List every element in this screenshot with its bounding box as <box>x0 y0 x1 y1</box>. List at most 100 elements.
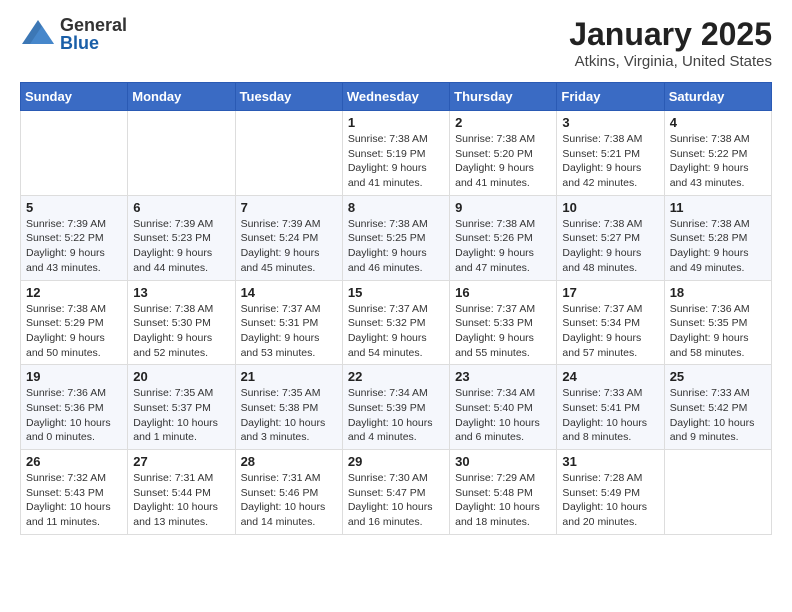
calendar-cell: 21Sunrise: 7:35 AM Sunset: 5:38 PM Dayli… <box>235 365 342 450</box>
calendar-cell: 11 Sunrise: 7:38 AM Sunset: 5:28 PM Dayli… <box>664 195 771 280</box>
logo-text: General Blue <box>60 16 127 52</box>
day-info: Sunrise: 7:34 AM Sunset: 5:40 PM Dayligh… <box>455 386 551 445</box>
logo-icon <box>20 16 56 52</box>
day-info: Sunrise: 7:34 AM Sunset: 5:39 PM Dayligh… <box>348 386 444 445</box>
day-number: 11 <box>670 200 766 215</box>
calendar-cell: 7 Sunrise: 7:39 AM Sunset: 5:24 PM Daylig… <box>235 195 342 280</box>
day-number: 1 <box>348 115 444 130</box>
calendar-cell: 9Sunrise: 7:38 AM Sunset: 5:26 PM Daylig… <box>450 195 557 280</box>
calendar-cell: 26Sunrise: 7:32 AM Sunset: 5:43 PM Dayli… <box>21 450 128 535</box>
day-info: Sunrise: 7:39 AM Sunset: 5:23 PM Dayligh… <box>133 217 229 276</box>
calendar-cell: 30 Sunrise: 7:29 AM Sunset: 5:48 PM Dayli… <box>450 450 557 535</box>
day-number: 25 <box>670 369 766 384</box>
day-info: Sunrise: 7:37 AM Sunset: 5:33 PM Dayligh… <box>455 302 551 361</box>
title-area: January 2025 Atkins, Virginia, United St… <box>569 16 772 70</box>
day-number: 17 <box>562 285 658 300</box>
day-info: Sunrise: 7:28 AM Sunset: 5:49 PM Dayligh… <box>562 471 658 530</box>
calendar-cell <box>128 111 235 196</box>
day-info: Sunrise: 7:37 AM Sunset: 5:31 PM Dayligh… <box>241 302 337 361</box>
day-info: Sunrise: 7:30 AM Sunset: 5:47 PM Dayligh… <box>348 471 444 530</box>
day-number: 16 <box>455 285 551 300</box>
day-number: 3 <box>562 115 658 130</box>
calendar-cell: 8 Sunrise: 7:38 AM Sunset: 5:25 PM Daylig… <box>342 195 449 280</box>
day-header-wednesday: Wednesday <box>342 83 449 111</box>
day-number: 30 <box>455 454 551 469</box>
calendar-week-row: 12Sunrise: 7:38 AM Sunset: 5:29 PM Dayli… <box>21 280 772 365</box>
day-number: 8 <box>348 200 444 215</box>
day-number: 26 <box>26 454 122 469</box>
day-number: 21 <box>241 369 337 384</box>
calendar-cell: 16 Sunrise: 7:37 AM Sunset: 5:33 PM Dayli… <box>450 280 557 365</box>
day-header-thursday: Thursday <box>450 83 557 111</box>
calendar-cell: 27 Sunrise: 7:31 AM Sunset: 5:44 PM Dayli… <box>128 450 235 535</box>
calendar-cell: 5 Sunrise: 7:39 AM Sunset: 5:22 PM Daylig… <box>21 195 128 280</box>
calendar-cell: 22 Sunrise: 7:34 AM Sunset: 5:39 PM Dayli… <box>342 365 449 450</box>
page-header: General Blue January 2025 Atkins, Virgin… <box>20 16 772 70</box>
logo: General Blue <box>20 16 127 52</box>
calendar-cell: 15 Sunrise: 7:37 AM Sunset: 5:32 PM Dayli… <box>342 280 449 365</box>
calendar-cell <box>21 111 128 196</box>
logo-blue-text: Blue <box>60 34 127 52</box>
day-number: 10 <box>562 200 658 215</box>
calendar-table: SundayMondayTuesdayWednesdayThursdayFrid… <box>20 82 772 535</box>
calendar-cell: 23 Sunrise: 7:34 AM Sunset: 5:40 PM Dayli… <box>450 365 557 450</box>
day-number: 13 <box>133 285 229 300</box>
calendar-week-row: 5 Sunrise: 7:39 AM Sunset: 5:22 PM Daylig… <box>21 195 772 280</box>
day-info: Sunrise: 7:37 AM Sunset: 5:32 PM Dayligh… <box>348 302 444 361</box>
calendar-cell: 4 Sunrise: 7:38 AM Sunset: 5:22 PM Daylig… <box>664 111 771 196</box>
day-number: 20 <box>133 369 229 384</box>
day-number: 5 <box>26 200 122 215</box>
logo-general-text: General <box>60 16 127 34</box>
day-info: Sunrise: 7:38 AM Sunset: 5:28 PM Dayligh… <box>670 217 766 276</box>
day-number: 18 <box>670 285 766 300</box>
location-title: Atkins, Virginia, United States <box>569 53 772 70</box>
day-info: Sunrise: 7:31 AM Sunset: 5:44 PM Dayligh… <box>133 471 229 530</box>
day-info: Sunrise: 7:38 AM Sunset: 5:21 PM Dayligh… <box>562 132 658 191</box>
calendar-cell: 13 Sunrise: 7:38 AM Sunset: 5:30 PM Dayli… <box>128 280 235 365</box>
day-info: Sunrise: 7:38 AM Sunset: 5:22 PM Dayligh… <box>670 132 766 191</box>
day-number: 29 <box>348 454 444 469</box>
calendar-cell <box>235 111 342 196</box>
day-header-sunday: Sunday <box>21 83 128 111</box>
calendar-cell <box>664 450 771 535</box>
day-number: 22 <box>348 369 444 384</box>
calendar-cell: 6 Sunrise: 7:39 AM Sunset: 5:23 PM Daylig… <box>128 195 235 280</box>
calendar-cell: 24 Sunrise: 7:33 AM Sunset: 5:41 PM Dayli… <box>557 365 664 450</box>
day-info: Sunrise: 7:36 AM Sunset: 5:36 PM Dayligh… <box>26 386 122 445</box>
day-number: 24 <box>562 369 658 384</box>
day-number: 9 <box>455 200 551 215</box>
day-number: 2 <box>455 115 551 130</box>
day-info: Sunrise: 7:39 AM Sunset: 5:24 PM Dayligh… <box>241 217 337 276</box>
calendar-week-row: 19Sunrise: 7:36 AM Sunset: 5:36 PM Dayli… <box>21 365 772 450</box>
calendar-cell: 18Sunrise: 7:36 AM Sunset: 5:35 PM Dayli… <box>664 280 771 365</box>
day-number: 12 <box>26 285 122 300</box>
day-header-friday: Friday <box>557 83 664 111</box>
day-info: Sunrise: 7:39 AM Sunset: 5:22 PM Dayligh… <box>26 217 122 276</box>
day-info: Sunrise: 7:29 AM Sunset: 5:48 PM Dayligh… <box>455 471 551 530</box>
day-info: Sunrise: 7:38 AM Sunset: 5:25 PM Dayligh… <box>348 217 444 276</box>
calendar-cell: 2Sunrise: 7:38 AM Sunset: 5:20 PM Daylig… <box>450 111 557 196</box>
calendar-cell: 31 Sunrise: 7:28 AM Sunset: 5:49 PM Dayli… <box>557 450 664 535</box>
day-number: 31 <box>562 454 658 469</box>
day-info: Sunrise: 7:33 AM Sunset: 5:42 PM Dayligh… <box>670 386 766 445</box>
day-header-tuesday: Tuesday <box>235 83 342 111</box>
calendar-cell: 29 Sunrise: 7:30 AM Sunset: 5:47 PM Dayli… <box>342 450 449 535</box>
day-number: 28 <box>241 454 337 469</box>
calendar-cell: 14Sunrise: 7:37 AM Sunset: 5:31 PM Dayli… <box>235 280 342 365</box>
day-info: Sunrise: 7:38 AM Sunset: 5:30 PM Dayligh… <box>133 302 229 361</box>
day-number: 6 <box>133 200 229 215</box>
day-header-saturday: Saturday <box>664 83 771 111</box>
day-number: 15 <box>348 285 444 300</box>
calendar-cell: 3 Sunrise: 7:38 AM Sunset: 5:21 PM Daylig… <box>557 111 664 196</box>
day-info: Sunrise: 7:33 AM Sunset: 5:41 PM Dayligh… <box>562 386 658 445</box>
day-number: 4 <box>670 115 766 130</box>
calendar-week-row: 26Sunrise: 7:32 AM Sunset: 5:43 PM Dayli… <box>21 450 772 535</box>
calendar-header-row: SundayMondayTuesdayWednesdayThursdayFrid… <box>21 83 772 111</box>
day-number: 27 <box>133 454 229 469</box>
calendar-cell: 10 Sunrise: 7:38 AM Sunset: 5:27 PM Dayli… <box>557 195 664 280</box>
day-info: Sunrise: 7:37 AM Sunset: 5:34 PM Dayligh… <box>562 302 658 361</box>
day-number: 23 <box>455 369 551 384</box>
day-number: 7 <box>241 200 337 215</box>
day-info: Sunrise: 7:31 AM Sunset: 5:46 PM Dayligh… <box>241 471 337 530</box>
day-info: Sunrise: 7:38 AM Sunset: 5:27 PM Dayligh… <box>562 217 658 276</box>
